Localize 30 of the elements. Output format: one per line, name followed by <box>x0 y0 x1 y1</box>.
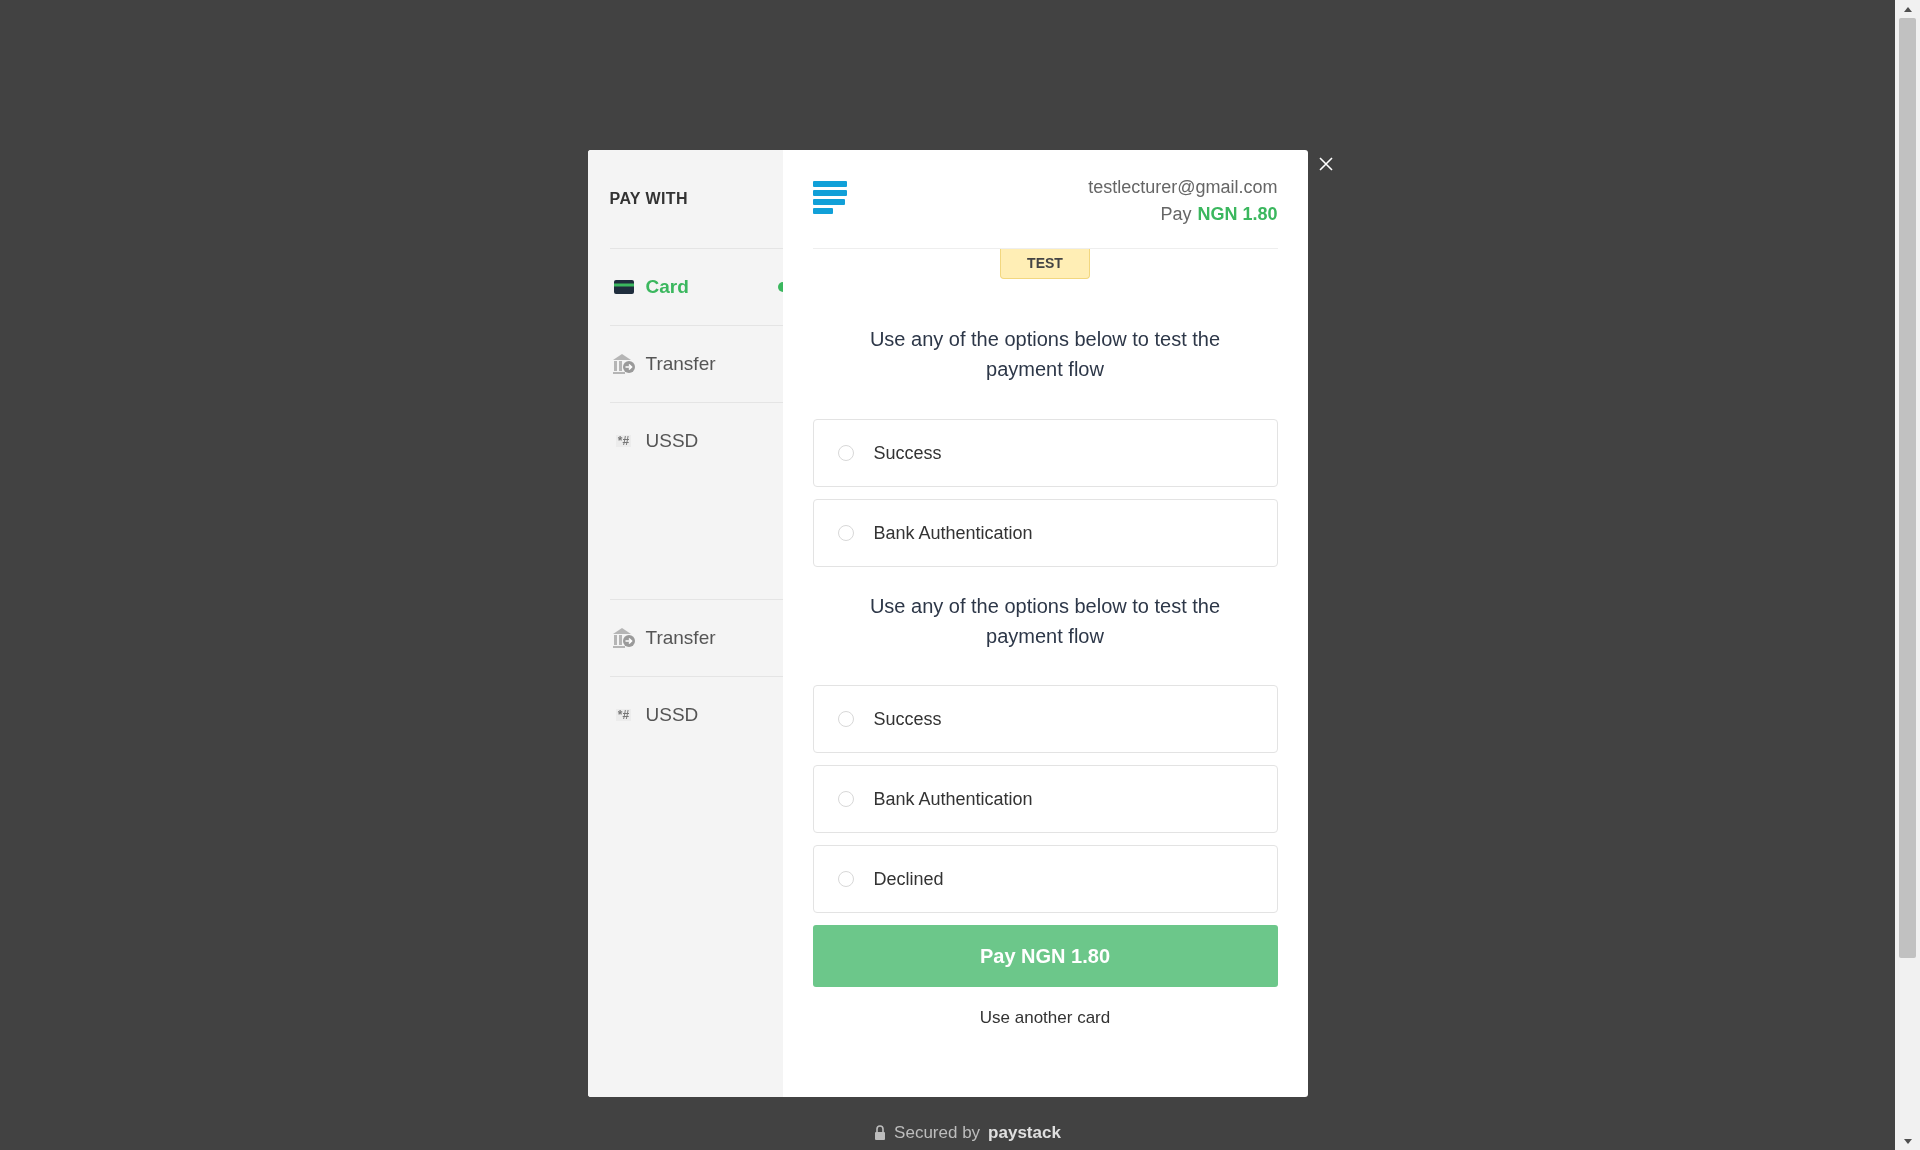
customer-email: testlecturer@gmail.com <box>1088 176 1278 199</box>
payment-method-tab[interactable]: *# USSD <box>609 402 783 479</box>
lock-icon <box>874 1125 887 1141</box>
test-option[interactable]: Bank Authentication <box>812 499 1278 567</box>
instruction-text: Use any of the options below to test the payment flow <box>868 594 1222 649</box>
test-option[interactable]: Declined <box>812 845 1278 913</box>
scroll-thumb[interactable] <box>1899 18 1916 958</box>
ussd-icon: *# <box>615 709 632 721</box>
test-option[interactable]: Success <box>812 685 1278 753</box>
payment-method-tab[interactable]: *# USSD <box>609 676 783 753</box>
bank-icon <box>611 353 636 375</box>
test-option[interactable]: Bank Authentication <box>812 765 1278 833</box>
pay-label: Pay <box>1160 203 1192 226</box>
card-icon <box>613 280 634 294</box>
instruction-text: Use any of the options below to test the payment flow <box>868 327 1222 382</box>
payment-method-tab[interactable]: Transfer <box>609 325 783 402</box>
logo-icon <box>812 181 847 217</box>
ussd-icon: *# <box>615 435 632 447</box>
bank-icon <box>611 627 636 649</box>
payment-method-tab[interactable]: Transfer <box>609 599 783 676</box>
use-another-card-link[interactable]: Use another card <box>979 1005 1111 1031</box>
test-option[interactable]: Success <box>812 419 1278 487</box>
scroll-up-icon[interactable] <box>1903 6 1912 12</box>
brand-name: paystack <box>988 1123 1061 1143</box>
sidebar-title: PAY WITH <box>609 189 689 209</box>
secured-by-text: Secured by <box>894 1123 981 1143</box>
close-icon[interactable] <box>1318 157 1333 171</box>
test-badge: TEST <box>1000 249 1090 279</box>
scroll-down-icon[interactable] <box>1903 1138 1912 1144</box>
amount: NGN 1.80 <box>1197 203 1278 226</box>
